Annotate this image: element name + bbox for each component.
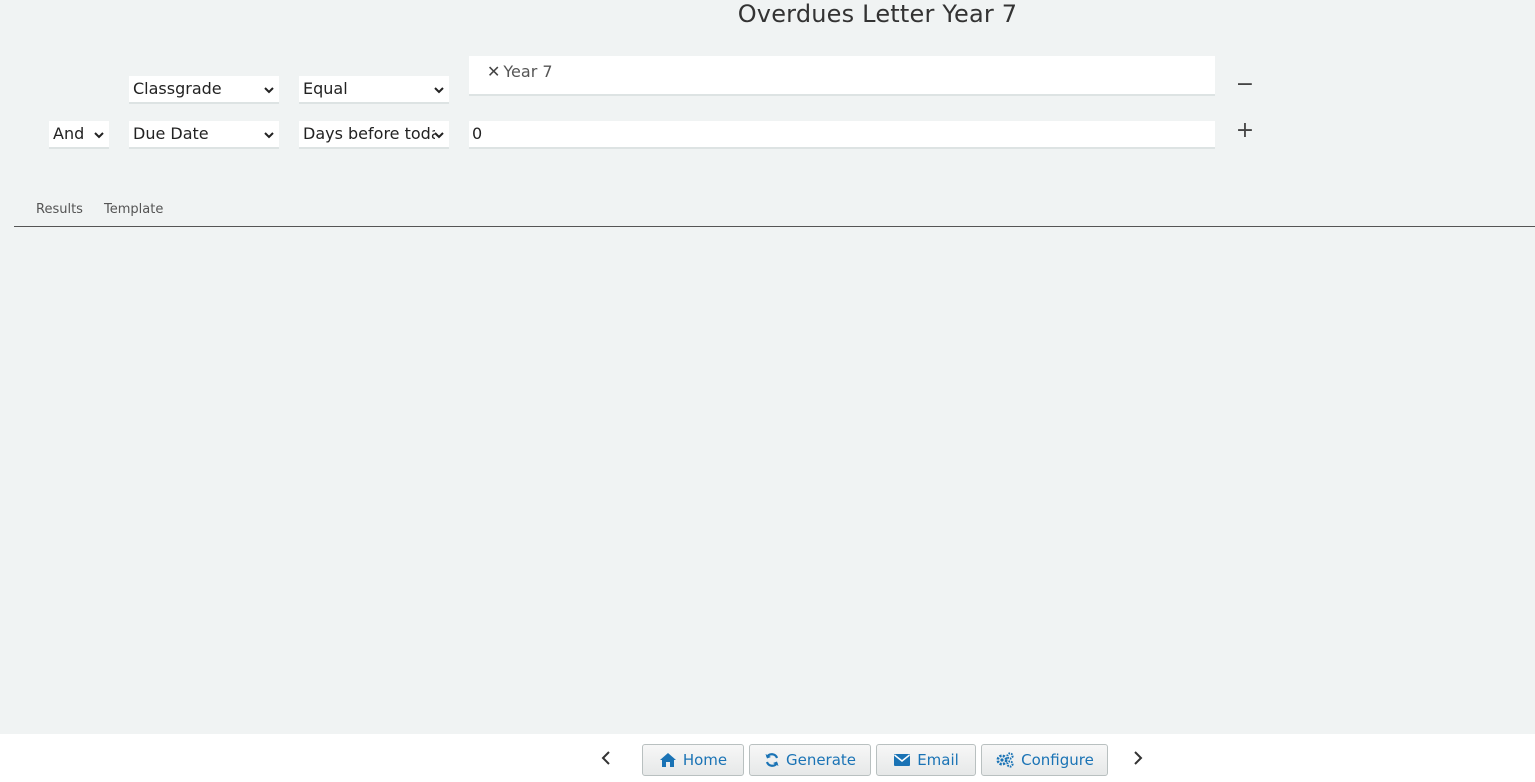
operator-select-2-value: Days before toda (303, 124, 435, 143)
chevron-down-icon (434, 132, 444, 139)
refresh-icon (765, 753, 779, 767)
configure-button[interactable]: Configure (981, 744, 1108, 776)
page-title: Overdues Letter Year 7 (737, 0, 1018, 28)
tag-chip[interactable]: ✕ Year 7 (487, 62, 553, 81)
generate-button[interactable]: Generate (749, 744, 871, 776)
chevron-down-icon (264, 132, 274, 139)
operator-select-1[interactable]: Equal (299, 76, 449, 102)
minus-icon: − (1235, 72, 1255, 97)
tab-results[interactable]: Results (36, 202, 83, 217)
add-filter-button[interactable]: + (1235, 118, 1255, 143)
connector-select[interactable]: And (49, 121, 109, 147)
connector-select-value: And (53, 124, 85, 143)
field-select-1[interactable]: Classgrade (129, 76, 279, 102)
value-input-2[interactable]: 0 (469, 121, 1215, 147)
home-button[interactable]: Home (642, 744, 744, 776)
email-button[interactable]: Email (876, 744, 976, 776)
chevron-down-icon (264, 87, 274, 94)
field-select-2-value: Due Date (133, 124, 209, 143)
tag-label: Year 7 (503, 62, 553, 81)
chevron-right-icon[interactable] (1130, 748, 1146, 768)
field-select-2[interactable]: Due Date (129, 121, 279, 147)
operator-select-2[interactable]: Days before toda (299, 121, 449, 147)
footer-toolbar: Home Generate Email Configure (0, 734, 1535, 782)
plus-icon: + (1235, 118, 1255, 143)
tab-template[interactable]: Template (104, 202, 163, 217)
configure-button-label: Configure (1021, 751, 1094, 769)
remove-tag-icon[interactable]: ✕ (487, 62, 500, 81)
chevron-down-icon (94, 132, 104, 139)
gears-icon (996, 752, 1014, 768)
value-tag-input-1[interactable]: ✕ Year 7 (469, 56, 1215, 94)
home-button-label: Home (682, 751, 728, 769)
tab-bar: Results Template (14, 198, 1535, 227)
chevron-left-icon[interactable] (598, 748, 614, 768)
generate-button-label: Generate (785, 751, 857, 769)
operator-select-1-value: Equal (303, 79, 348, 98)
home-icon (659, 753, 676, 767)
chevron-down-icon (434, 87, 444, 94)
envelope-icon (894, 754, 911, 766)
field-select-1-value: Classgrade (133, 79, 222, 98)
email-button-label: Email (917, 751, 959, 769)
remove-filter-button[interactable]: − (1235, 72, 1255, 97)
